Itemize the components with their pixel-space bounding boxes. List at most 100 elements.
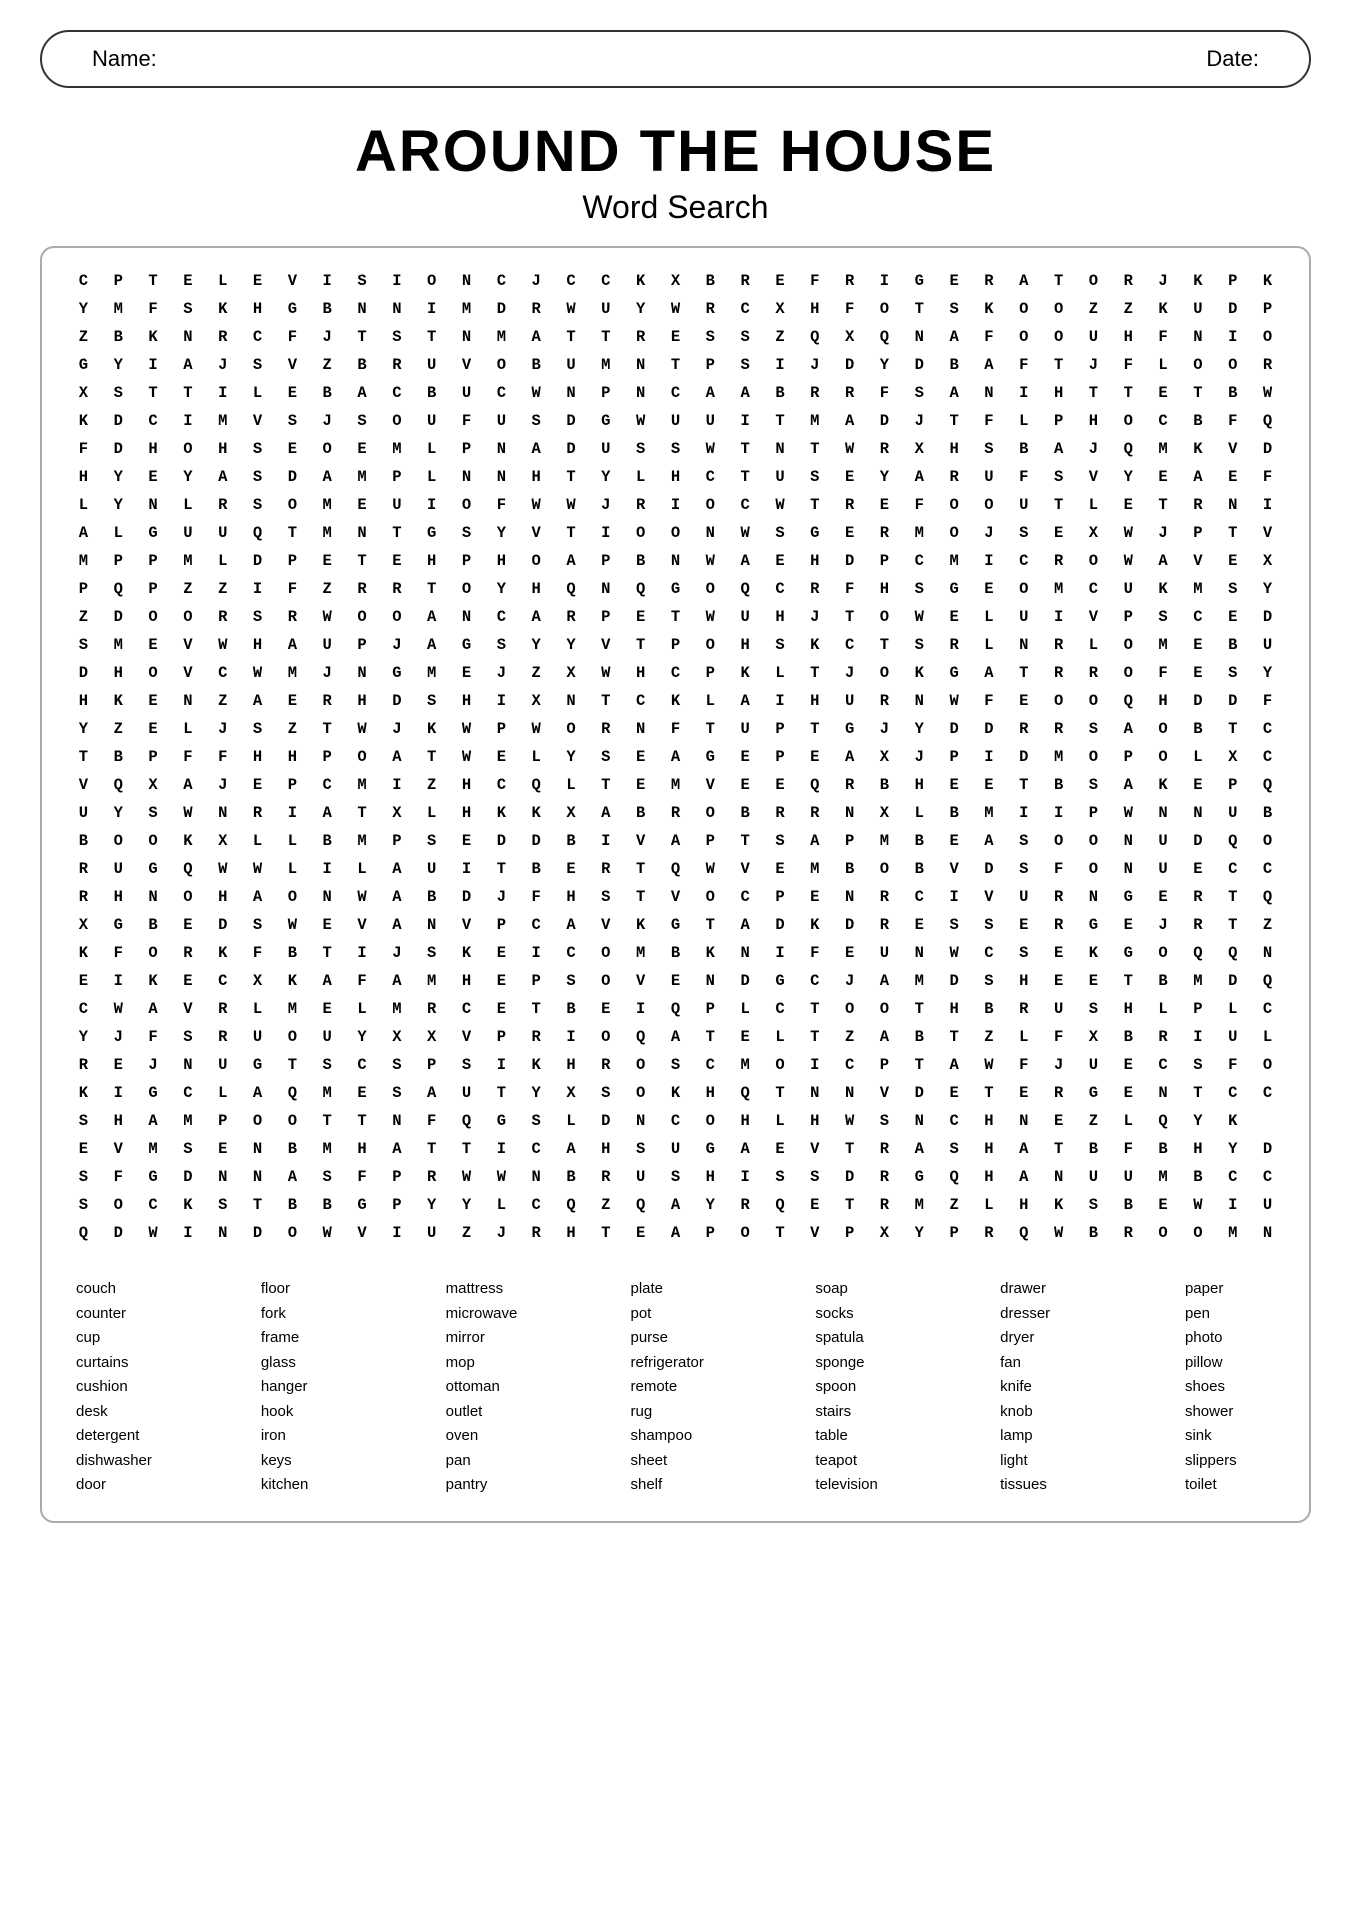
grid-cell: P — [693, 828, 728, 856]
grid-cell: R — [1006, 716, 1041, 744]
grid-cell: W — [1250, 380, 1285, 408]
grid-cell: H — [345, 1136, 380, 1164]
grid-cell: L — [205, 1080, 240, 1108]
grid-cell: N — [519, 1164, 554, 1192]
grid-cell: E — [484, 744, 519, 772]
grid-cell: J — [1076, 436, 1111, 464]
grid-cell: T — [797, 996, 832, 1024]
grid-cell: U — [1006, 604, 1041, 632]
subtitle: Word Search — [40, 189, 1311, 226]
grid-cell: C — [136, 1192, 171, 1220]
grid-cell: E — [1006, 912, 1041, 940]
grid-cell: P — [101, 548, 136, 576]
grid-cell: P — [101, 268, 136, 296]
grid-cell: A — [728, 1136, 763, 1164]
grid-cell: I — [1041, 604, 1076, 632]
grid-cell: K — [1250, 268, 1285, 296]
grid-cell: H — [554, 1052, 589, 1080]
grid-cell: R — [832, 492, 867, 520]
grid-cell: T — [66, 744, 101, 772]
grid-cell: E — [136, 716, 171, 744]
grid-cell: Q — [623, 1024, 658, 1052]
grid-cell: V — [170, 632, 205, 660]
grid-cell: G — [66, 352, 101, 380]
grid-cell: M — [414, 660, 449, 688]
grid-cell: R — [832, 380, 867, 408]
grid-cell: Q — [763, 1192, 798, 1220]
grid-cell: R — [1041, 660, 1076, 688]
word-item: pan — [446, 1450, 536, 1473]
grid-cell: B — [1111, 1024, 1146, 1052]
grid-cell: O — [1076, 688, 1111, 716]
grid-cell: E — [1076, 968, 1111, 996]
grid-cell: P — [519, 968, 554, 996]
grid-cell: C — [345, 1052, 380, 1080]
title-section: Around The House Word Search — [40, 118, 1311, 226]
grid-cell: G — [902, 1164, 937, 1192]
grid-cell: O — [1146, 716, 1181, 744]
word-item: television — [815, 1474, 905, 1497]
grid-cell: I — [1215, 1192, 1250, 1220]
grid-cell: N — [136, 884, 171, 912]
grid-cell: F — [484, 492, 519, 520]
grid-cell: E — [623, 1220, 658, 1248]
grid-cell: S — [728, 352, 763, 380]
grid-cell: L — [484, 1192, 519, 1220]
grid-cell: L — [66, 492, 101, 520]
grid-cell: Y — [554, 744, 589, 772]
word-item: toilet — [1185, 1474, 1275, 1497]
grid-cell: T — [937, 408, 972, 436]
grid-cell: C — [484, 604, 519, 632]
grid-cell: Y — [101, 800, 136, 828]
grid-cell: R — [275, 604, 310, 632]
grid-cell: L — [275, 828, 310, 856]
grid-cell: D — [240, 548, 275, 576]
grid-cell: S — [170, 296, 205, 324]
grid-cell: R — [205, 324, 240, 352]
grid-cell: A — [519, 436, 554, 464]
grid-cell: D — [763, 912, 798, 940]
grid-cell: A — [937, 1052, 972, 1080]
grid-cell: R — [623, 492, 658, 520]
grid-cell: J — [832, 968, 867, 996]
grid-cell: N — [1146, 800, 1181, 828]
grid-cell: M — [1041, 744, 1076, 772]
grid-cell: R — [832, 772, 867, 800]
grid-cell: Y — [484, 520, 519, 548]
grid-cell: T — [136, 268, 171, 296]
grid-cell: N — [1111, 856, 1146, 884]
grid-cell: O — [693, 884, 728, 912]
grid-cell: S — [623, 1136, 658, 1164]
grid-cell: E — [240, 772, 275, 800]
grid-cell: G — [136, 856, 171, 884]
grid-cell: N — [832, 800, 867, 828]
grid-cell: E — [1006, 1080, 1041, 1108]
grid-cell: P — [832, 828, 867, 856]
grid-cell: D — [101, 604, 136, 632]
word-item: dishwasher — [76, 1450, 166, 1473]
grid-cell: P — [136, 744, 171, 772]
grid-cell: C — [1250, 856, 1285, 884]
grid-cell: C — [519, 912, 554, 940]
grid-cell: F — [101, 940, 136, 968]
grid-cell: E — [1041, 1108, 1076, 1136]
grid-cell: A — [170, 352, 205, 380]
grid-cell: L — [101, 520, 136, 548]
grid-cell: V — [658, 884, 693, 912]
grid-cell: H — [101, 884, 136, 912]
grid-cell: V — [797, 1220, 832, 1248]
grid-cell: Q — [728, 576, 763, 604]
grid-cell: R — [763, 800, 798, 828]
grid-cell: T — [345, 1108, 380, 1136]
grid-cell: H — [449, 688, 484, 716]
grid-cell: E — [170, 968, 205, 996]
grid-cell: N — [623, 716, 658, 744]
name-label: Name: — [92, 46, 157, 72]
grid-cell: I — [972, 548, 1007, 576]
grid-cell: D — [1181, 828, 1216, 856]
grid-cell: R — [1041, 1080, 1076, 1108]
grid-cell: V — [693, 772, 728, 800]
word-list-section: couchcountercupcurtainscushiondeskdeterg… — [66, 1278, 1285, 1497]
grid-cell: J — [1041, 1052, 1076, 1080]
grid-cell: G — [449, 632, 484, 660]
